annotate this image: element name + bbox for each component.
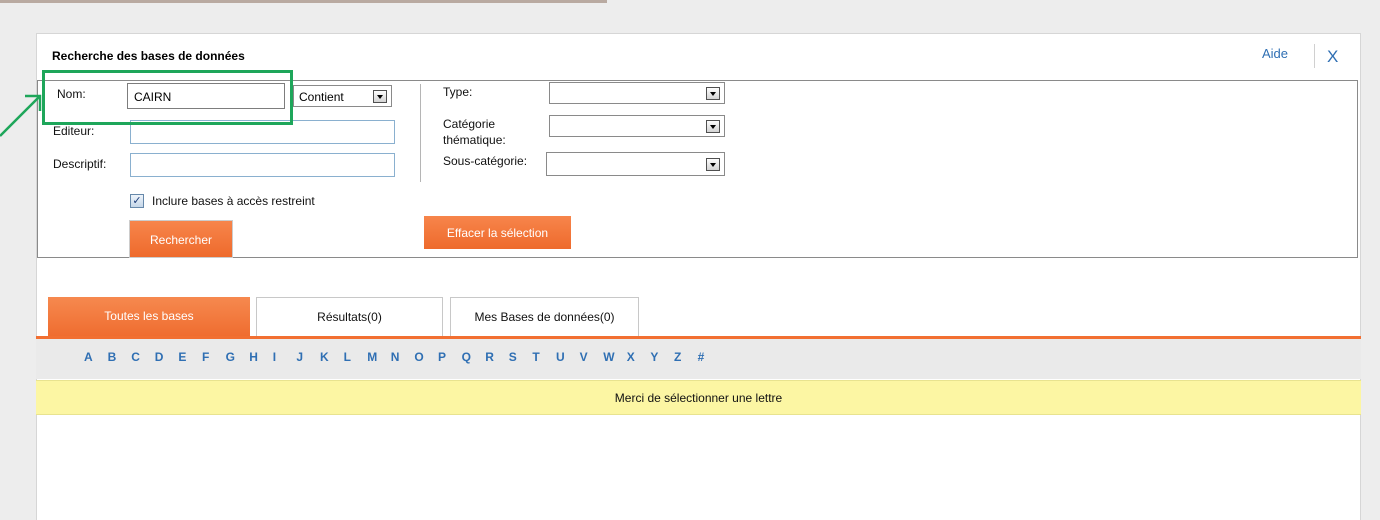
chevron-down-icon[interactable] [706,120,720,133]
tab-my-databases[interactable]: Mes Bases de données(0) [450,297,639,337]
letter-link[interactable]: S [509,350,517,364]
letter-link[interactable]: N [391,350,400,364]
categorie-label-line2: thématique: [443,133,506,147]
close-icon[interactable]: X [1327,47,1338,67]
restricted-checkbox[interactable]: ✓ [130,194,144,208]
chevron-down-icon[interactable] [373,90,387,103]
letter-link[interactable]: I [273,350,276,364]
letter-link[interactable]: F [202,350,209,364]
top-strip [0,0,607,3]
editeur-label: Editeur: [53,124,95,138]
letter-link[interactable]: Q [462,350,471,364]
letter-link[interactable]: Z [674,350,681,364]
tab-all-databases[interactable]: Toutes les bases [48,297,250,337]
clear-selection-button[interactable]: Effacer la sélection [424,216,571,249]
souscategorie-label: Sous-catégorie: [443,154,528,168]
type-label: Type: [443,85,473,99]
letter-link[interactable]: C [131,350,140,364]
letter-link[interactable]: X [627,350,635,364]
letter-link[interactable]: G [226,350,235,364]
notice-banner: Merci de sélectionner une lettre [36,380,1361,415]
letter-link[interactable]: E [178,350,186,364]
form-divider [420,84,421,182]
souscategorie-select[interactable] [546,152,725,176]
search-button[interactable]: Rechercher [129,220,233,258]
letter-link[interactable]: K [320,350,329,364]
letter-link[interactable]: R [485,350,494,364]
letter-link[interactable]: D [155,350,164,364]
restricted-checkbox-label: Inclure bases à accès restreint [152,194,315,208]
letter-link[interactable]: A [84,350,93,364]
letter-link[interactable]: U [556,350,565,364]
letter-link[interactable]: J [296,350,303,364]
letter-link[interactable]: M [367,350,377,364]
match-select-value: Contient [299,90,344,104]
chevron-down-icon[interactable] [706,158,720,171]
descriptif-input[interactable] [130,153,395,177]
highlight-box [42,70,293,125]
descriptif-label: Descriptif: [53,157,107,171]
header-separator [1314,44,1315,68]
letter-link[interactable]: P [438,350,446,364]
letter-link[interactable]: T [532,350,539,364]
pointer-arrow-icon [0,94,42,137]
categorie-select[interactable] [549,115,725,137]
help-link[interactable]: Aide [1262,46,1288,61]
letter-link[interactable]: H [249,350,258,364]
letter-link[interactable]: W [603,350,614,364]
type-select[interactable] [549,82,725,104]
tab-results[interactable]: Résultats(0) [256,297,443,337]
dialog-title: Recherche des bases de données [52,49,245,63]
letter-link[interactable]: # [698,350,705,364]
chevron-down-icon[interactable] [706,87,720,100]
letter-link[interactable]: O [414,350,423,364]
letter-link[interactable]: B [108,350,117,364]
letter-link[interactable]: Y [650,350,658,364]
letter-link[interactable]: L [344,350,351,364]
letter-link[interactable]: V [580,350,588,364]
categorie-label-line1: Catégorie [443,117,496,131]
match-select[interactable]: Contient [293,85,392,107]
